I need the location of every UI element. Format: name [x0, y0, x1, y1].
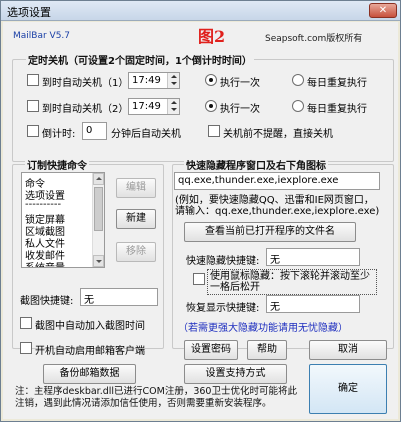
autostart-checkbox[interactable]	[20, 342, 32, 354]
scroll-down-icon[interactable]	[93, 255, 104, 267]
mouse-hide-label: 使用鼠标隐藏：按下滚轮并滚动至少一格后松开	[207, 269, 377, 295]
hide-hotkey-input[interactable]: 无	[266, 248, 360, 266]
client-area: MailBar V5.7 图2 Seapsoft.com版权所有 定时关机（可设…	[3, 22, 398, 419]
shutdown1-spin-icon[interactable]	[167, 73, 179, 88]
title-bar[interactable]: 选项设置 ✕	[1, 1, 400, 21]
hide-programs-input[interactable]: qq.exe,thunder.exe,iexplore.exe	[174, 172, 380, 190]
hide-example-text: (例如，要快速隐藏QQ、迅雷和IE网页窗口，请输入：qq.exe,thunder…	[175, 195, 380, 217]
shutdown2-checkbox[interactable]	[27, 100, 39, 112]
new-command-button[interactable]: 新建	[116, 209, 156, 229]
shutdown1-time-value: 17:49	[132, 75, 161, 86]
countdown-label: 倒计时:	[42, 129, 76, 140]
remove-command-button[interactable]: 移除	[116, 242, 156, 262]
command-list-item[interactable]: ----------	[25, 199, 61, 210]
shutdown1-daily-radio[interactable]	[292, 74, 304, 86]
shutdown1-checkbox[interactable]	[27, 74, 39, 86]
capture-time-label: 截图中自动加入截图时间	[35, 321, 145, 332]
ok-button[interactable]: 确定	[309, 364, 387, 414]
figure-label: 图2	[198, 27, 226, 46]
timed-shutdown-legend: 定时关机（可设置2个固定时间，1个倒计时时间）	[26, 52, 254, 67]
command-list-scrollbar[interactable]	[92, 173, 104, 267]
shutdown2-spin-icon[interactable]	[167, 99, 179, 114]
mouse-hide-checkbox[interactable]	[193, 273, 205, 285]
set-password-button[interactable]: 设置密码	[184, 340, 238, 360]
shutdown1-label: 到时自动关机（1）	[42, 78, 129, 89]
shutdown1-daily-label: 每日重复执行	[307, 78, 367, 89]
shutdown1-time-picker[interactable]: 17:49	[128, 72, 180, 89]
options-window: 选项设置 ✕ MailBar V5.7 图2 Seapsoft.com版权所有 …	[0, 0, 401, 422]
command-list[interactable]: 命令 选项设置 ---------- 锁定屏幕 区域截图 私人文件 收发邮件 系…	[21, 172, 105, 268]
hide-hotkey-label: 快速隐藏快捷键:	[186, 256, 260, 267]
backup-mailbox-button[interactable]: 备份邮箱数据	[43, 364, 136, 384]
shutdown2-time-picker[interactable]: 17:49	[128, 98, 180, 115]
capture-time-checkbox[interactable]	[20, 317, 32, 329]
command-list-item[interactable]: 系统音量	[25, 259, 65, 267]
cancel-button[interactable]: 取消	[309, 340, 387, 360]
close-button[interactable]: ✕	[369, 3, 397, 18]
no-prompt-checkbox[interactable]	[208, 125, 220, 137]
edit-command-button[interactable]: 编辑	[116, 178, 156, 198]
support-method-button[interactable]: 设置支持方式	[184, 364, 287, 384]
shutdown2-daily-label: 每日重复执行	[307, 104, 367, 115]
brand-label: MailBar V5.7	[13, 31, 71, 41]
window-title: 选项设置	[7, 6, 51, 19]
scroll-thumb[interactable]	[94, 187, 103, 231]
capture-hotkey-input[interactable]: 无	[80, 288, 158, 306]
restore-hotkey-input[interactable]: 无	[266, 295, 360, 313]
quick-commands-legend: 订制快捷命令	[25, 157, 89, 172]
shutdown2-once-label: 执行一次	[220, 104, 260, 115]
shutdown1-once-label: 执行一次	[220, 78, 260, 89]
shutdown2-time-value: 17:49	[132, 101, 161, 112]
copyright-label: Seapsoft.com版权所有	[265, 34, 363, 44]
autostart-label: 开机自动启用邮箱客户端	[35, 346, 145, 357]
capture-hotkey-label: 截图快捷键:	[20, 296, 74, 307]
footnote-text: 注：主程序deskbar.dll已进行COM注册，360卫士优化时可能将此注销，…	[15, 386, 297, 409]
shutdown2-label: 到时自动关机（2）	[42, 104, 129, 115]
countdown-minutes-input[interactable]: 0	[82, 122, 107, 140]
restore-hotkey-label: 恢复显示快捷键:	[186, 303, 260, 314]
help-button[interactable]: 帮助	[247, 340, 287, 360]
quick-hide-legend: 快速隐藏程序窗口及右下角图标	[184, 157, 328, 172]
countdown-suffix-label: 分钟后自动关机	[111, 129, 181, 140]
shutdown2-once-radio[interactable]	[205, 100, 217, 112]
shutdown2-daily-radio[interactable]	[292, 100, 304, 112]
view-open-programs-button[interactable]: 查看当前已打开程序的文件名	[184, 222, 356, 242]
advanced-hide-note: （若需更强大隐藏功能请用无忧隐藏）	[178, 323, 348, 334]
scroll-up-icon[interactable]	[93, 173, 104, 185]
countdown-checkbox[interactable]	[27, 125, 39, 137]
shutdown1-once-radio[interactable]	[205, 74, 217, 86]
no-prompt-label: 关机前不提醒，直接关机	[223, 129, 333, 140]
